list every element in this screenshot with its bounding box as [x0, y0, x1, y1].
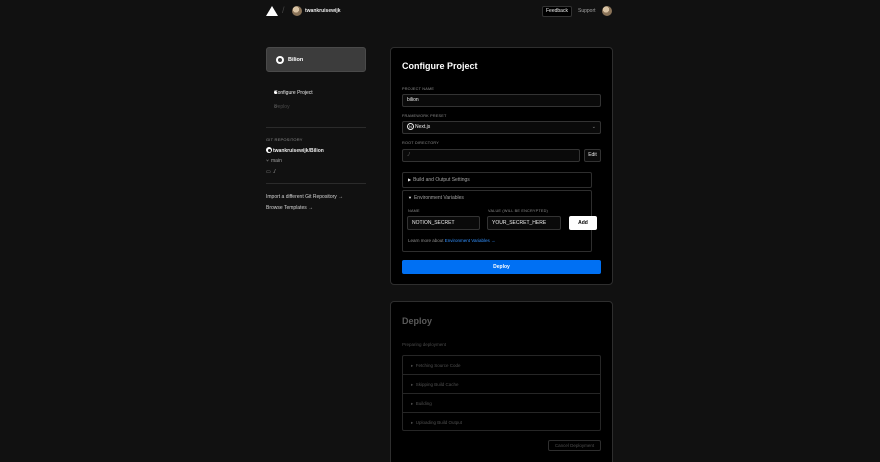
- build-output-settings-header: ▶ Build and Output Settings: [408, 177, 470, 183]
- deploy-steps-list: ▸ Fetching Source Code ▸ Skipping Build …: [402, 355, 601, 431]
- deploy-step-row[interactable]: ▸ Building: [403, 394, 600, 413]
- deploy-step-label: ▸ Uploading Build Output: [411, 420, 463, 425]
- caret-down-icon: ▼: [408, 195, 412, 200]
- env-value-input[interactable]: YOUR_SECRET_HERE: [487, 216, 561, 230]
- step-deploy: Deploy: [268, 104, 290, 110]
- deploy-title: Deploy: [402, 316, 433, 326]
- separator-slash-icon: /: [282, 5, 285, 15]
- repo-full-name[interactable]: twankruisewijk/Bilion: [266, 147, 324, 154]
- root-directory-input[interactable]: ./: [402, 149, 580, 162]
- sidebar-divider: [266, 127, 366, 128]
- cancel-deployment-button[interactable]: Cancel Deployment: [548, 440, 601, 451]
- deploy-step-label: ▸ Fetching Source Code: [411, 363, 461, 368]
- branch-name: main: [271, 158, 282, 164]
- deploy-step-row[interactable]: ▸ Fetching Source Code: [403, 356, 600, 375]
- folder-icon: ▭: [266, 169, 271, 175]
- environment-variables-label: Environment Variables: [413, 195, 464, 201]
- framework-preset-value: Next.js: [415, 124, 431, 130]
- caret-right-icon: ▶: [408, 177, 412, 182]
- active-step-dot-icon: [274, 91, 277, 94]
- env-name-input[interactable]: NOTION_SECRET: [407, 216, 480, 230]
- sidebar-divider: [266, 183, 366, 184]
- user-avatar[interactable]: [292, 6, 302, 16]
- configure-project-title: Configure Project: [402, 61, 478, 71]
- project-name-input[interactable]: bilion: [402, 94, 601, 107]
- step-label: Configure Project: [274, 90, 313, 96]
- browse-templates-link[interactable]: Browse Templates →: [266, 205, 313, 211]
- chevron-down-icon: ⌄: [591, 124, 596, 130]
- edit-root-directory-button[interactable]: Edit: [584, 149, 601, 162]
- branch-row: ⑂ main: [266, 158, 282, 164]
- env-name-label: NAME: [408, 209, 420, 213]
- framework-preset-label: FRAMEWORK PRESET: [402, 114, 447, 118]
- feedback-button[interactable]: Feedback: [542, 6, 572, 17]
- learn-more-text: Learn more about Environment Variables →: [408, 238, 496, 243]
- repo-card: Bilion: [266, 47, 366, 72]
- environment-variables-section: ▼ Environment Variables NAME VALUE (WILL …: [402, 190, 597, 252]
- user-name[interactable]: twankruisewijk: [305, 8, 341, 14]
- deploy-step-row[interactable]: ▸ Skipping Build Cache: [403, 375, 600, 394]
- environment-variables-header[interactable]: ▼ Environment Variables: [408, 195, 464, 201]
- directory-name: ./: [272, 169, 276, 175]
- account-avatar[interactable]: [602, 6, 612, 16]
- import-different-repo-link[interactable]: Import a different Git Repository →: [266, 194, 343, 200]
- root-directory-label: ROOT DIRECTORY: [402, 141, 439, 145]
- github-icon: [266, 147, 272, 153]
- git-branch-icon: ⑂: [266, 158, 270, 164]
- environment-variables-docs-link[interactable]: Environment Variables →: [445, 238, 496, 243]
- inactive-step-dot-icon: [274, 105, 277, 108]
- learn-more-prefix: Learn more about: [408, 238, 444, 243]
- project-name-label: PROJECT NAME: [402, 87, 435, 91]
- vercel-logo-icon[interactable]: [266, 6, 278, 16]
- git-repository-label: GIT REPOSITORY: [266, 137, 303, 142]
- framework-preset-select[interactable]: N Next.js ⌄: [402, 121, 601, 134]
- deploy-step-row[interactable]: ▸ Uploading Build Output: [403, 413, 600, 432]
- support-link[interactable]: Support: [578, 8, 596, 14]
- top-bar: / twankruisewijk Feedback Support: [0, 0, 880, 24]
- repo-full-name-text: twankruisewijk/Bilion: [273, 148, 324, 154]
- add-env-variable-button[interactable]: Add: [569, 216, 597, 230]
- step-configure-project: Configure Project: [268, 90, 313, 96]
- configure-project-card: Configure Project PROJECT NAME bilion FR…: [390, 47, 613, 285]
- nextjs-logo-icon: N: [407, 123, 414, 130]
- deploy-step-label: ▸ Skipping Build Cache: [411, 382, 459, 387]
- github-icon: [276, 56, 284, 64]
- deploy-step-label: ▸ Building: [411, 401, 432, 406]
- deploy-status: Preparing deployment: [402, 342, 447, 347]
- deploy-card: Deploy Preparing deployment ▸ Fetching S…: [390, 301, 613, 462]
- deploy-button[interactable]: Deploy: [402, 260, 601, 274]
- directory-row: ▭ ./: [266, 169, 276, 175]
- env-value-label: VALUE (WILL BE ENCRYPTED): [488, 209, 548, 213]
- repo-card-name: Bilion: [288, 57, 304, 63]
- build-output-settings-accordion[interactable]: ▶ Build and Output Settings: [402, 172, 592, 188]
- build-output-settings-label: Build and Output Settings: [413, 177, 470, 183]
